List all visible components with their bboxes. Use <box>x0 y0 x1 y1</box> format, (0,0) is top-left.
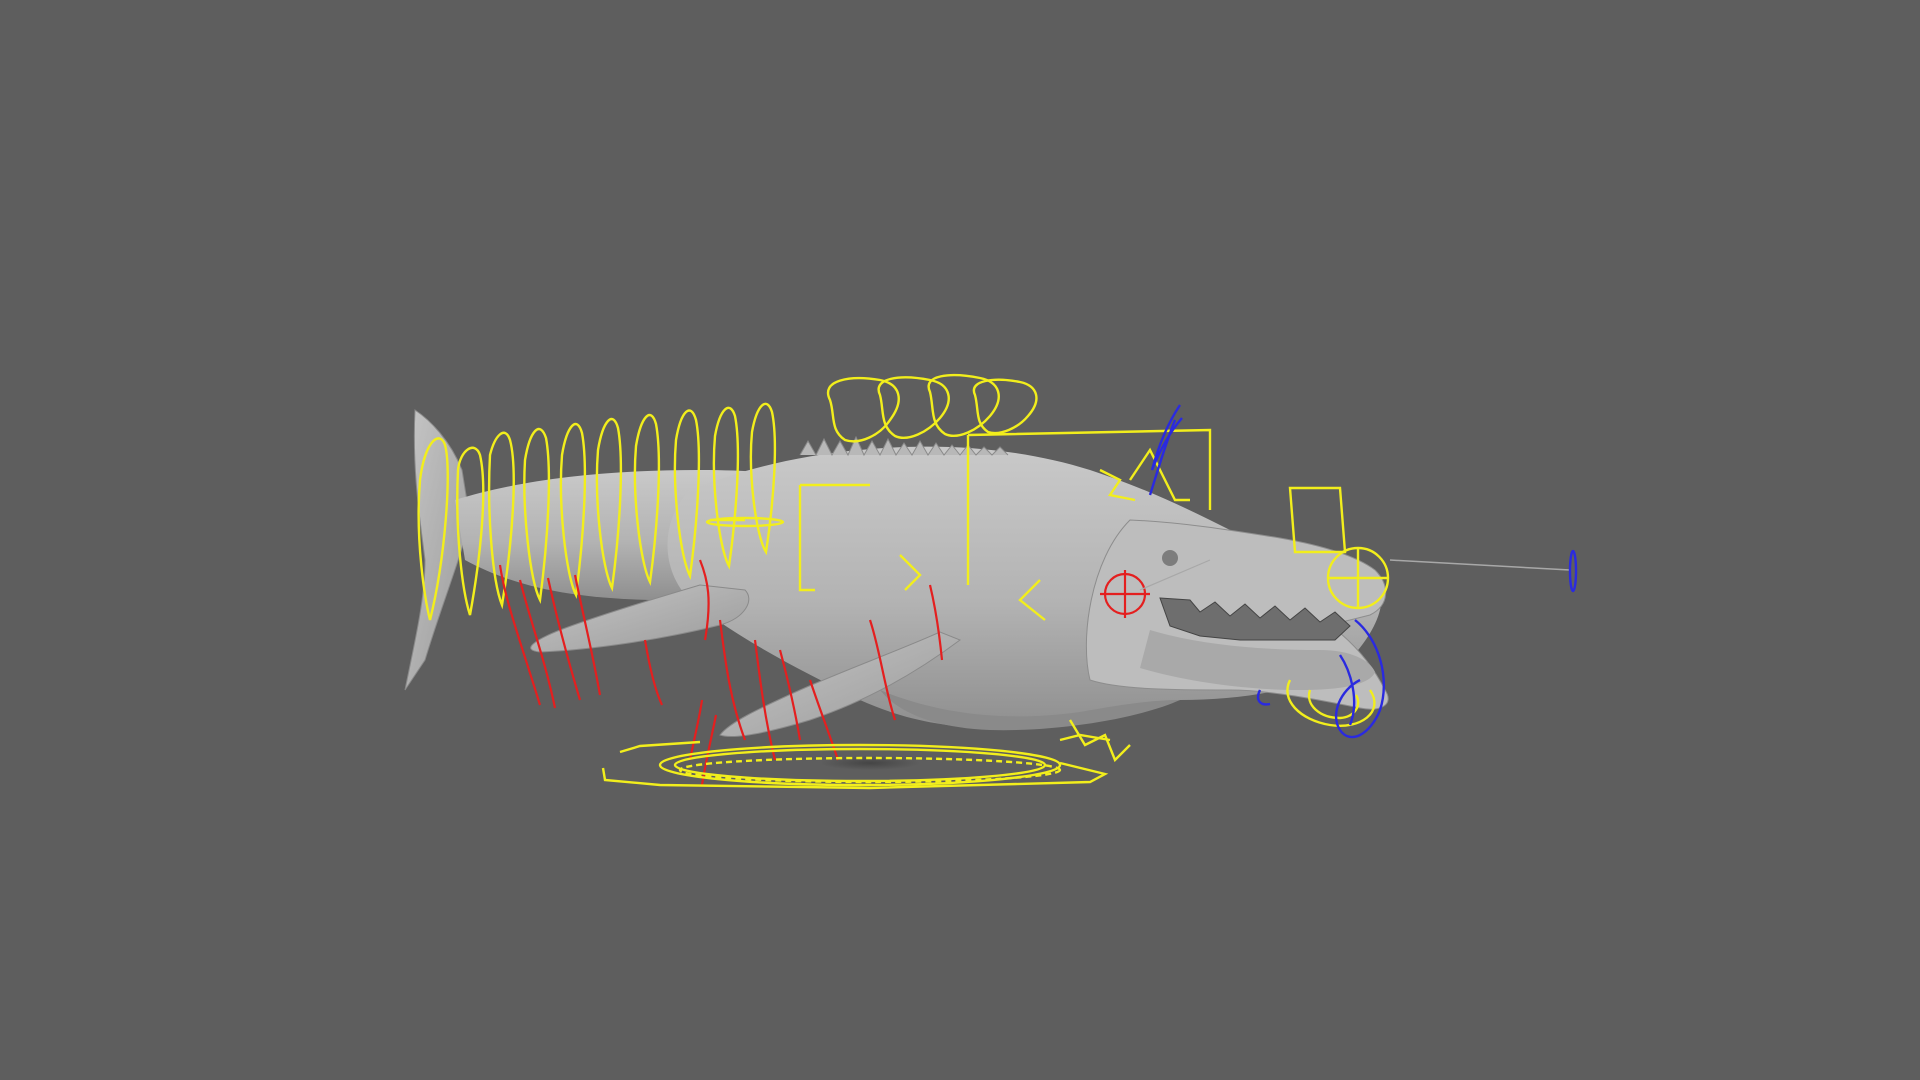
eye <box>1162 550 1178 566</box>
creature-mesh[interactable] <box>404 409 1389 738</box>
scene-canvas[interactable] <box>0 0 1920 1080</box>
3d-viewport[interactable] <box>0 0 1920 1080</box>
